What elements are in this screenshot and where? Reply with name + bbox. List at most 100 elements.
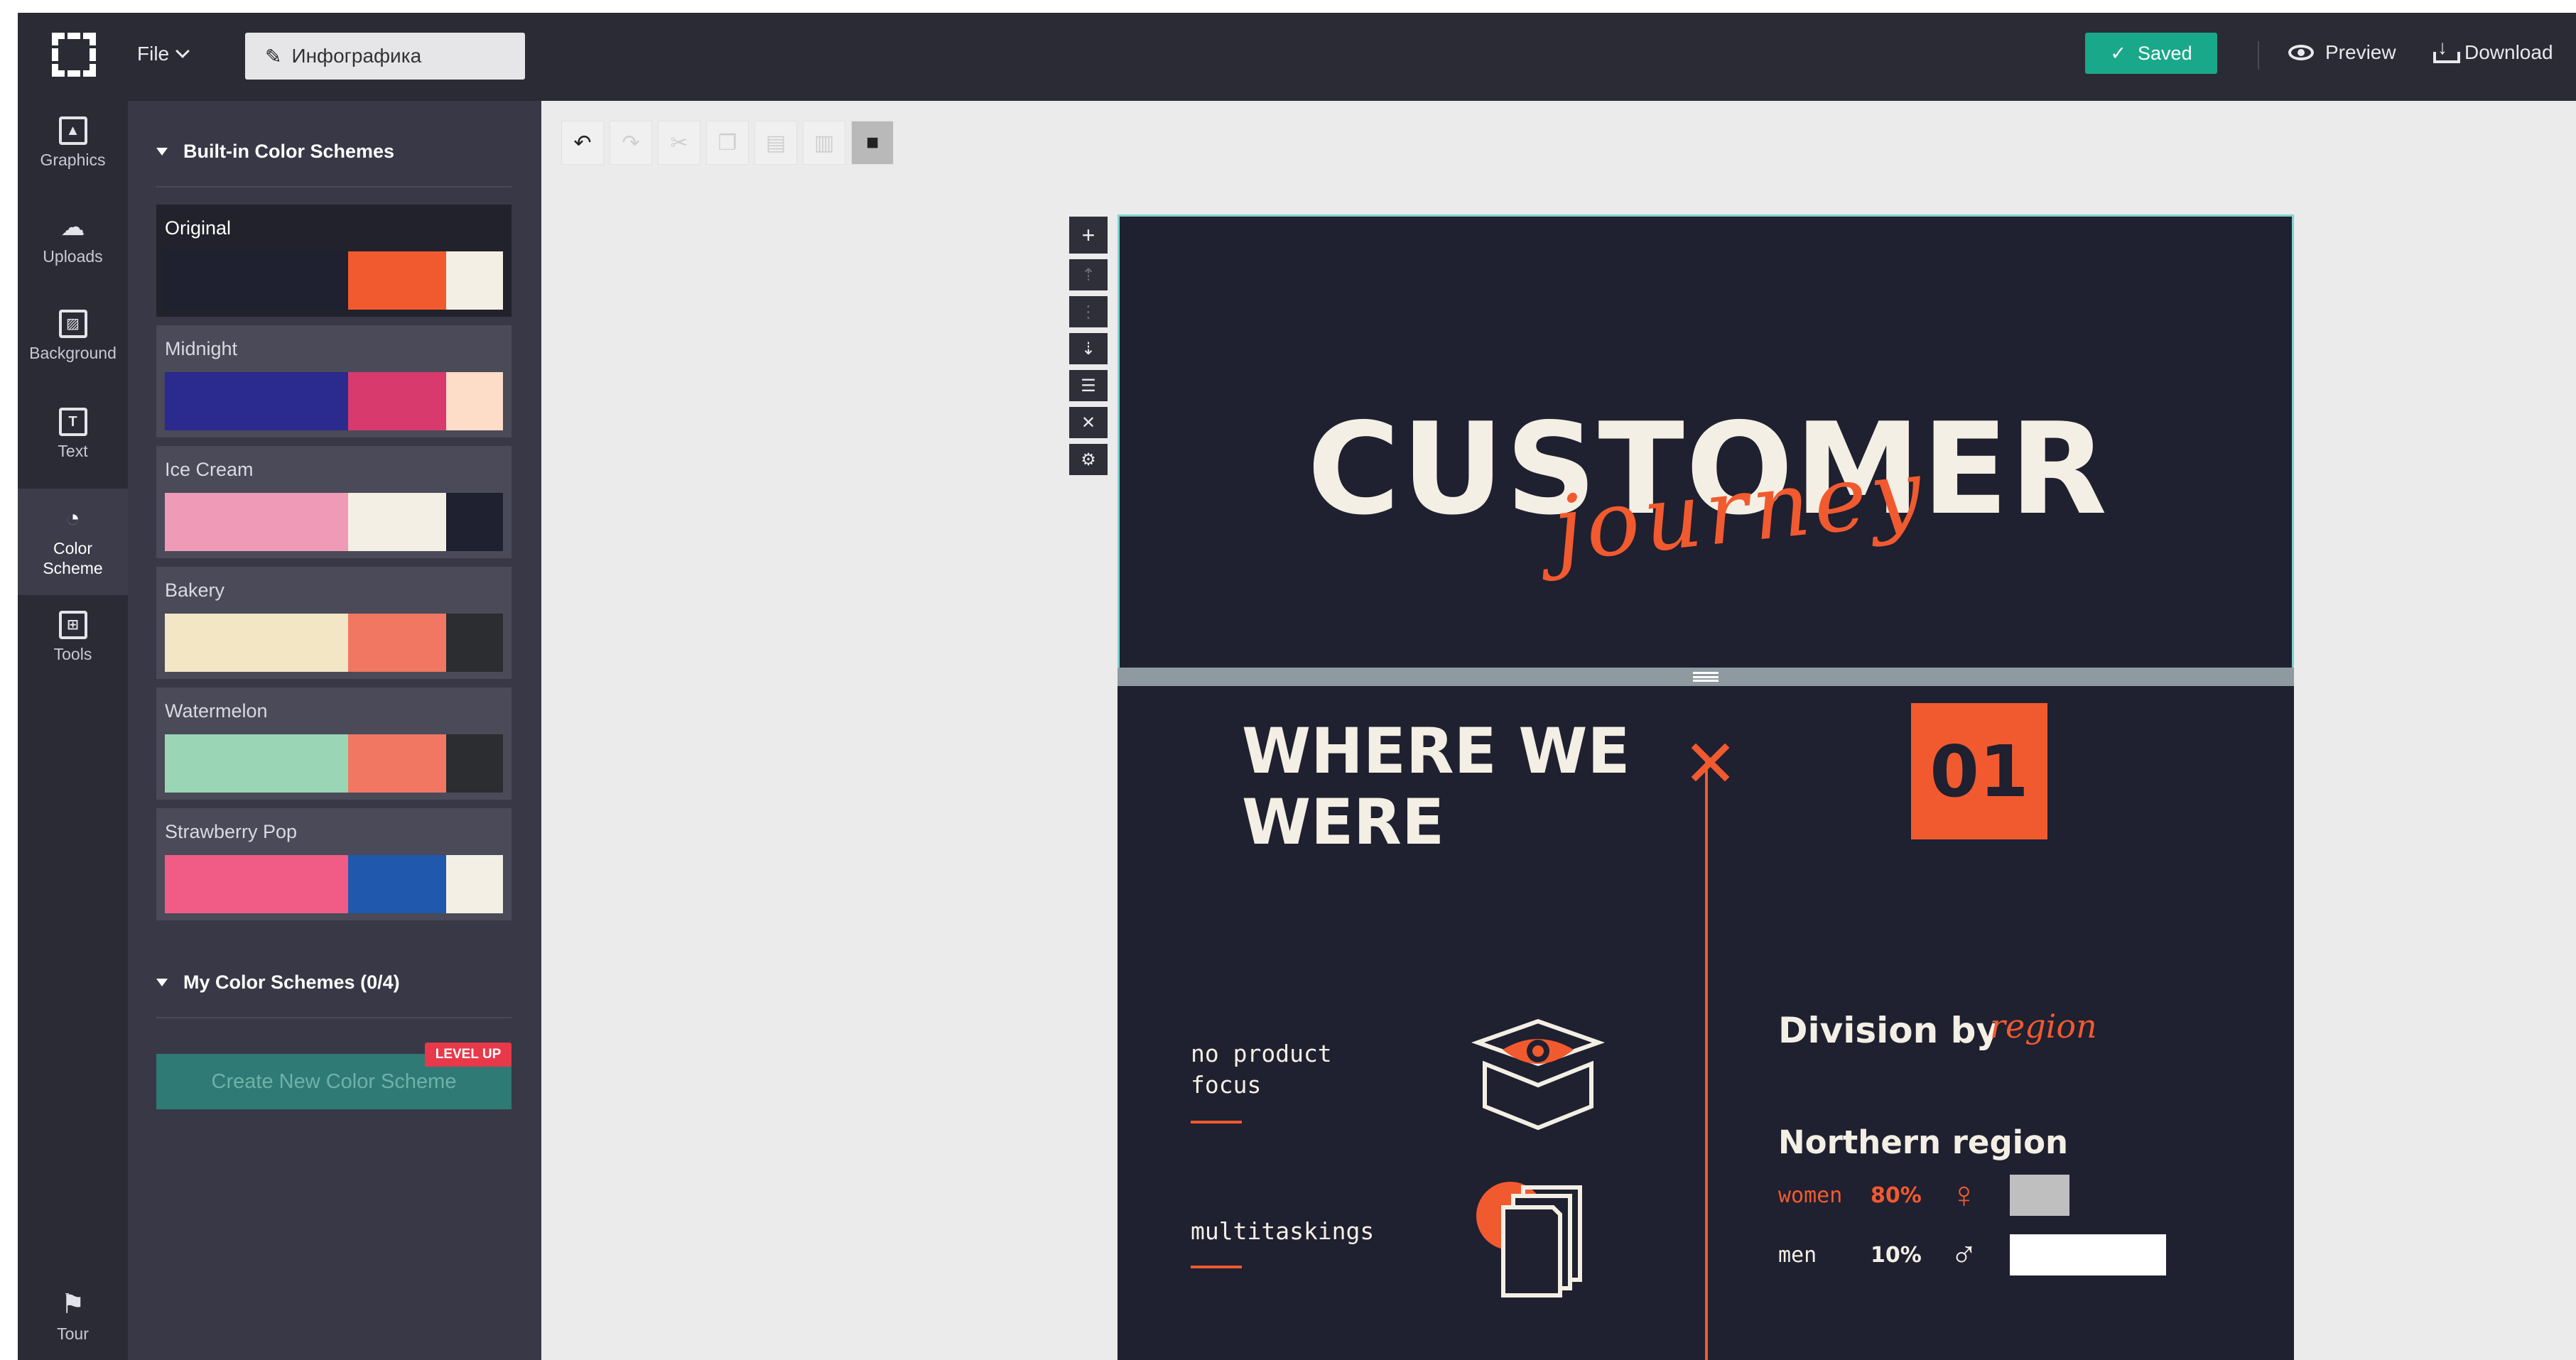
arrow-down-icon: ⇣	[1081, 339, 1096, 359]
paste-icon: ▤	[765, 131, 786, 155]
align-button[interactable]: ■	[851, 121, 894, 165]
rail-item-uploads[interactable]: ☁ Uploads	[18, 213, 128, 266]
region-name[interactable]: Northern region	[1778, 1124, 2068, 1161]
move-down-button[interactable]: ⇣	[1069, 333, 1108, 364]
title-block[interactable]: CUSTOMER journey	[1117, 214, 2294, 668]
block-index-icon: ⋮	[1080, 302, 1097, 322]
undo-button[interactable]: ↶	[561, 121, 604, 165]
section-heading-line2: WERE	[1242, 785, 1445, 859]
division-title[interactable]: Division by	[1778, 1010, 1999, 1051]
rail-label: Text	[58, 442, 88, 460]
section-divider	[156, 186, 512, 187]
color-swatch	[165, 614, 348, 672]
scheme-card-strawberry-pop[interactable]: Strawberry Pop	[156, 808, 512, 920]
step-number-box[interactable]: 01	[1911, 703, 2047, 839]
rail-label: Uploads	[43, 247, 103, 266]
download-button[interactable]: Download	[2433, 36, 2553, 64]
delete-button[interactable]: ▥	[803, 121, 845, 165]
gear-icon: ⚙	[1081, 450, 1096, 469]
rail-item-background[interactable]: ▨ Background	[18, 310, 128, 363]
my-schemes-heading: My Color Schemes (0/4)	[183, 972, 400, 993]
cut-button[interactable]: ✂	[658, 121, 700, 165]
color-swatch	[446, 734, 503, 793]
rail-item-graphics[interactable]: ▲ Graphics	[18, 116, 128, 170]
item-no-product-focus[interactable]: no product focus	[1191, 1038, 1375, 1101]
redo-icon: ↷	[622, 131, 640, 155]
paste-button[interactable]: ▤	[754, 121, 797, 165]
undo-icon: ↶	[573, 131, 592, 155]
rail-item-color-scheme[interactable]: ◔ Color Scheme	[18, 489, 128, 595]
my-schemes-header[interactable]: My Color Schemes (0/4)	[156, 972, 400, 994]
rail-item-tools[interactable]: ⊞ Tools	[18, 611, 128, 664]
edit-toolbar: ↶ ↷ ✂ ❐ ▤ ▥ ■	[561, 121, 894, 170]
stat-bar	[2010, 1175, 2166, 1216]
rail-label: Color Scheme	[43, 539, 103, 577]
color-swatch	[348, 734, 446, 793]
scheme-card-midnight[interactable]: Midnight	[156, 325, 512, 437]
scissors-icon: ✂	[670, 131, 688, 155]
arrow-up-icon: ⇡	[1081, 265, 1096, 285]
top-bar: File ✎ Инфографика ✓ Saved Preview Downl…	[18, 13, 2576, 101]
x-marker-icon[interactable]: ✕	[1683, 731, 1738, 797]
division-script[interactable]: region	[1990, 1007, 2097, 1045]
scheme-card-watermelon[interactable]: Watermelon	[156, 687, 512, 800]
open-box-icon[interactable]	[1463, 1014, 1613, 1135]
close-icon: ✕	[1081, 413, 1096, 433]
documents-icon[interactable]	[1468, 1173, 1596, 1301]
scheme-card-ice-cream[interactable]: Ice Cream	[156, 446, 512, 558]
color-swatch	[348, 251, 446, 310]
stat-bar-fill	[2010, 1175, 2069, 1216]
saved-label: Saved	[2138, 42, 2192, 64]
color-swatch	[165, 251, 348, 310]
color-swatch	[165, 493, 348, 551]
block-resize-handle[interactable]	[1117, 668, 2294, 686]
color-swatch	[446, 372, 503, 430]
color-swatch	[348, 493, 446, 551]
item-underline	[1191, 1266, 1242, 1268]
redo-button[interactable]: ↷	[610, 121, 652, 165]
topbar-divider	[2258, 41, 2259, 70]
stat-label: women	[1778, 1182, 1843, 1208]
scheme-swatches	[165, 493, 503, 551]
stat-row-women[interactable]: women 80% ♀	[1778, 1175, 2166, 1216]
rail-item-text[interactable]: T Text	[18, 408, 128, 461]
stat-label: men	[1778, 1242, 1817, 1268]
stat-percent: 80%	[1871, 1182, 1922, 1208]
stat-percent: 10%	[1871, 1242, 1922, 1268]
preview-label: Preview	[2325, 41, 2396, 63]
signpost-icon: ⚑	[60, 1290, 85, 1320]
file-menu-label: File	[137, 43, 170, 65]
section-divider	[156, 1017, 512, 1018]
infographic-canvas[interactable]: CUSTOMER journey WHERE WE WERE ✕ 01 no p…	[1117, 214, 2294, 1360]
block-settings-button[interactable]: ⚙	[1069, 444, 1108, 475]
image-icon: ▲	[58, 116, 87, 145]
document-title-field[interactable]: ✎ Инфографика	[245, 33, 525, 80]
add-block-button[interactable]: +	[1069, 217, 1108, 254]
color-swatch	[446, 855, 503, 913]
female-icon: ♀	[1950, 1175, 1978, 1216]
timeline-line[interactable]	[1705, 761, 1708, 1360]
grip-icon	[1693, 672, 1719, 682]
copy-button[interactable]: ❐	[706, 121, 749, 165]
download-label: Download	[2464, 41, 2553, 63]
block-position-indicator: ⋮	[1069, 296, 1108, 327]
item-multitaskings[interactable]: multitaskings	[1191, 1216, 1374, 1247]
saved-button[interactable]: ✓ Saved	[2085, 33, 2217, 74]
preview-button[interactable]: Preview	[2288, 41, 2396, 64]
tour-button[interactable]: ⚑ Tour	[18, 1288, 128, 1344]
duplicate-block-button[interactable]: ☰	[1069, 370, 1108, 401]
move-up-button[interactable]: ⇡	[1069, 259, 1108, 290]
stat-bar	[2010, 1234, 2166, 1275]
scheme-name: Original	[165, 217, 232, 239]
pencil-icon: ✎	[265, 45, 282, 67]
color-swatch	[446, 251, 503, 310]
block-side-tools: + ⇡ ⋮ ⇣ ☰ ✕ ⚙	[1069, 217, 1108, 481]
delete-block-button[interactable]: ✕	[1069, 407, 1108, 438]
scheme-card-bakery[interactable]: Bakery	[156, 567, 512, 679]
file-menu[interactable]: File	[137, 43, 190, 65]
builtin-schemes-header[interactable]: Built-in Color Schemes	[156, 141, 394, 163]
app-logo-icon[interactable]	[52, 33, 96, 77]
section-heading[interactable]: WHERE WE WERE	[1242, 716, 1630, 858]
stat-row-men[interactable]: men 10% ♂	[1778, 1234, 2166, 1275]
scheme-card-original[interactable]: Original	[156, 205, 512, 317]
